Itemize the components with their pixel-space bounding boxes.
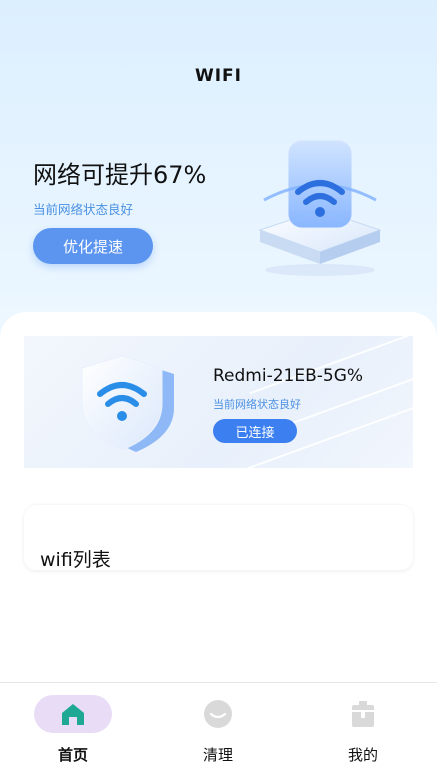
current-network-card[interactable]: Redmi-21EB-5G% 当前网络状态良好 已连接 (24, 336, 413, 468)
clean-icon (204, 700, 232, 728)
wifi-shield-icon (74, 348, 184, 460)
network-status: 当前网络状态良好 (213, 398, 301, 411)
network-status-text: 当前网络状态良好 (33, 202, 134, 217)
tab-profile[interactable]: 我的 (303, 683, 423, 778)
home-icon (62, 704, 84, 725)
wifi-list-section: wifi列表 (24, 505, 413, 571)
boost-headline: 网络可提升67% (33, 161, 207, 189)
bottom-tab-bar: 首页 清理 我的 (0, 682, 437, 778)
tab-profile-label: 我的 (347, 746, 378, 764)
profile-icon (352, 701, 374, 727)
page-title: WIFI (194, 66, 242, 86)
optimize-button[interactable]: 优化提速 (33, 228, 153, 264)
tab-home-highlight (34, 695, 112, 733)
tab-home[interactable]: 首页 (13, 683, 133, 778)
tab-clean[interactable]: 清理 (158, 683, 278, 778)
tab-home-label: 首页 (57, 746, 88, 764)
router-illustration (250, 130, 390, 280)
connected-badge[interactable]: 已连接 (213, 419, 297, 443)
wifi-list-title: wifi列表 (40, 549, 111, 571)
tab-clean-label: 清理 (202, 746, 233, 764)
network-name: Redmi-21EB-5G% (213, 366, 364, 386)
